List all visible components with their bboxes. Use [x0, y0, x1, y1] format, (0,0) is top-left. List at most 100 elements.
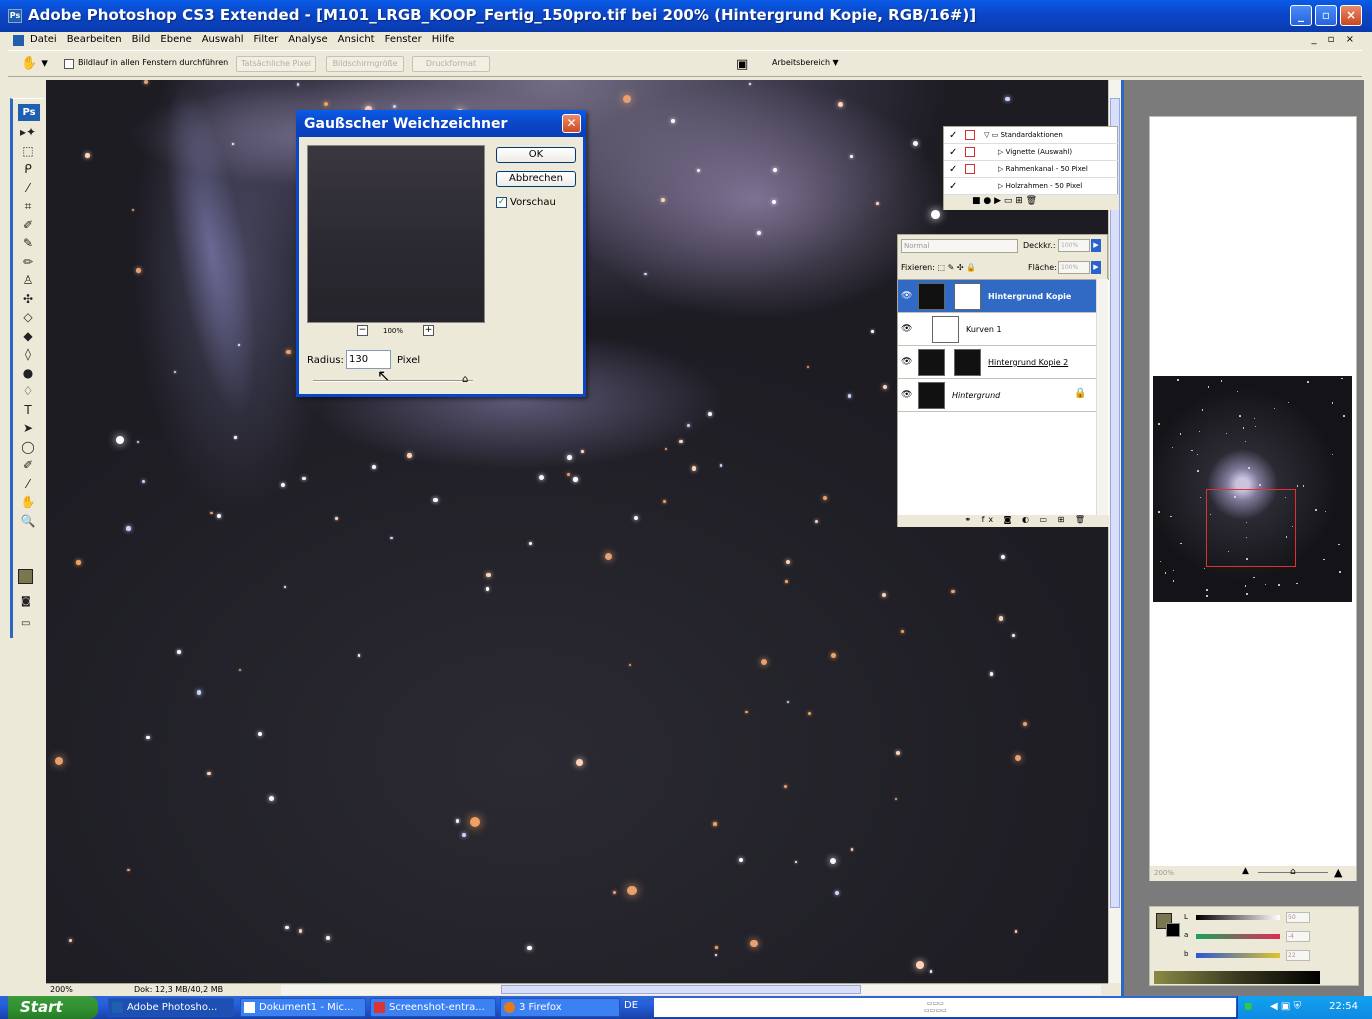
- crop-tool-icon[interactable]: ⌗: [13, 197, 43, 216]
- quick-mask-icon[interactable]: ◙: [21, 593, 31, 612]
- zoom-out-mountain-icon[interactable]: ▲: [1242, 866, 1249, 876]
- visibility-eye-icon[interactable]: 👁: [901, 357, 912, 367]
- fit-screen-button[interactable]: Bildschirmgröße: [326, 56, 404, 72]
- action-row[interactable]: ✓ ▷ Holzrahmen - 50 Pixel: [944, 178, 1119, 195]
- document-icon[interactable]: [13, 35, 24, 46]
- scroll-all-windows-checkbox[interactable]: [64, 59, 74, 69]
- layer-row[interactable]: 👁 Kurven 1: [898, 313, 1096, 346]
- zoom-in-icon[interactable]: +: [423, 325, 434, 336]
- clone-stamp-tool-icon[interactable]: ♙: [13, 271, 43, 290]
- vertical-scrollbar[interactable]: [1108, 80, 1121, 983]
- menu-fenster[interactable]: Fenster: [385, 34, 422, 45]
- taskbar-item-word[interactable]: Dokument1 - Mic...: [240, 998, 366, 1017]
- action-toggle-checkbox[interactable]: ✓: [949, 181, 957, 192]
- blend-mode-select[interactable]: Normal: [901, 239, 1018, 253]
- workspace-menu[interactable]: Arbeitsbereich ▼: [772, 58, 839, 67]
- tray-network-icon[interactable]: ◼: [1244, 1001, 1252, 1012]
- eraser-tool-icon[interactable]: ◇: [13, 308, 43, 327]
- menu-ansicht[interactable]: Ansicht: [338, 34, 375, 45]
- action-toggle-checkbox[interactable]: ✓: [949, 164, 957, 175]
- color-ramp[interactable]: [1154, 971, 1320, 984]
- screen-mode-icon[interactable]: ▭: [21, 615, 30, 634]
- zoom-in-mountain-icon[interactable]: ▲: [1334, 866, 1342, 879]
- dodge-tool-icon[interactable]: ●: [13, 364, 43, 383]
- horizontal-scrollbar[interactable]: [281, 985, 1101, 995]
- vertical-scroll-thumb[interactable]: [1110, 98, 1120, 908]
- visibility-eye-icon[interactable]: 👁: [901, 390, 912, 400]
- dialog-toggle-icon[interactable]: [965, 130, 975, 140]
- action-row[interactable]: ✓ ▷ Rahmenkanal - 50 Pixel: [944, 161, 1119, 178]
- menu-analyse[interactable]: Analyse: [288, 34, 327, 45]
- zoom-tool-icon[interactable]: 🔍: [13, 512, 43, 531]
- type-tool-icon[interactable]: T: [13, 401, 43, 420]
- document-window-controls[interactable]: _ ▫ ×: [1311, 34, 1358, 45]
- language-indicator[interactable]: DE: [624, 1000, 638, 1011]
- taskbar-item-photoshop[interactable]: Adobe Photosho...: [108, 998, 234, 1017]
- dialog-toggle-icon[interactable]: [965, 164, 975, 174]
- layer-mask-thumbnail[interactable]: [954, 283, 981, 310]
- menu-bild[interactable]: Bild: [132, 34, 151, 45]
- actions-footer-icons[interactable]: ■ ● ▶ ▭ ⊞ 🗑: [944, 195, 1119, 210]
- taskbar-item-firefox[interactable]: 3 Firefox: [500, 998, 620, 1017]
- cancel-button[interactable]: Abbrechen: [496, 171, 576, 187]
- preview-checkbox[interactable]: ✓: [496, 197, 507, 208]
- hand-tool-icon[interactable]: ✋: [13, 493, 43, 512]
- lab-a-value[interactable]: -4: [1286, 931, 1310, 942]
- visibility-eye-icon[interactable]: 👁: [901, 291, 912, 301]
- lock-label[interactable]: Fixieren: ⬚ ✎ ✣ 🔒: [901, 263, 976, 272]
- menu-ebene[interactable]: Ebene: [160, 34, 191, 45]
- workspace-icon[interactable]: ▣: [736, 57, 748, 72]
- opacity-input[interactable]: 100%: [1058, 239, 1090, 252]
- healing-brush-tool-icon[interactable]: ✎: [13, 234, 43, 253]
- action-row[interactable]: ✓ ▷ Vignette (Auswahl): [944, 144, 1119, 161]
- layers-footer-icons[interactable]: ⚭ fx ◙ ◐ ▭ ⊞ 🗑: [898, 515, 1109, 527]
- layer-row[interactable]: 👁 Hintergrund Kopie 2: [898, 346, 1096, 379]
- foreground-color-swatch[interactable]: [18, 569, 33, 584]
- zoom-level[interactable]: 200%: [50, 985, 73, 994]
- marquee-tool-icon[interactable]: ⬚: [13, 142, 43, 161]
- magic-wand-tool-icon[interactable]: ⁄: [13, 179, 43, 198]
- navigator-view-box[interactable]: [1206, 489, 1296, 567]
- blur-tool-icon[interactable]: ◊: [13, 345, 43, 364]
- radius-slider[interactable]: [313, 380, 473, 382]
- action-toggle-checkbox[interactable]: ✓: [949, 147, 957, 158]
- dialog-close-icon[interactable]: ✕: [562, 114, 581, 133]
- layer-row[interactable]: 👁 Hintergrund Kopie: [898, 280, 1096, 313]
- print-size-button[interactable]: Druckformat: [412, 56, 490, 72]
- pen-tool-icon[interactable]: ♢: [13, 382, 43, 401]
- action-toggle-checkbox[interactable]: ✓: [949, 130, 957, 141]
- gradient-tool-icon[interactable]: ◆: [13, 327, 43, 346]
- path-selection-tool-icon[interactable]: ➤: [13, 419, 43, 438]
- fill-input[interactable]: 100%: [1058, 261, 1090, 274]
- notes-tool-icon[interactable]: ✐: [13, 456, 43, 475]
- hand-tool-preset-icon[interactable]: ✋ ▾: [21, 56, 48, 71]
- zoom-out-icon[interactable]: −: [357, 325, 368, 336]
- layer-row[interactable]: 👁 Hintergrund 🔒: [898, 379, 1096, 412]
- menu-datei[interactable]: Datei: [30, 34, 57, 45]
- lab-a-slider[interactable]: [1196, 934, 1280, 939]
- horizontal-scroll-thumb[interactable]: [501, 985, 861, 994]
- lab-l-value[interactable]: 50: [1286, 912, 1310, 923]
- minimize-button[interactable]: _: [1290, 5, 1312, 26]
- ok-button[interactable]: OK: [496, 147, 576, 163]
- dialog-toggle-icon[interactable]: [965, 147, 975, 157]
- radius-slider-knob[interactable]: ⌂: [462, 374, 468, 385]
- ps-logo[interactable]: Ps: [18, 104, 40, 121]
- menu-hilfe[interactable]: Hilfe: [432, 34, 455, 45]
- slice-tool-icon[interactable]: ✐: [13, 216, 43, 235]
- lab-b-value[interactable]: 22: [1286, 950, 1310, 961]
- fill-arrow-icon[interactable]: ▶: [1091, 261, 1101, 274]
- navigator-zoom-value[interactable]: 200%: [1154, 869, 1174, 877]
- brush-tool-icon[interactable]: ✏: [13, 253, 43, 272]
- move-tool-icon[interactable]: ▸✦: [13, 123, 43, 142]
- restore-button[interactable]: ▫: [1315, 5, 1337, 26]
- menu-filter[interactable]: Filter: [254, 34, 279, 45]
- blur-preview[interactable]: [307, 145, 485, 323]
- lab-l-slider[interactable]: [1196, 915, 1280, 920]
- history-brush-tool-icon[interactable]: ✣: [13, 290, 43, 309]
- menu-bearbeiten[interactable]: Bearbeiten: [67, 34, 122, 45]
- actual-pixels-button[interactable]: Tatsächliche Pixel: [236, 56, 316, 72]
- navigator-zoom-knob[interactable]: ⌂: [1290, 867, 1296, 877]
- visibility-eye-icon[interactable]: 👁: [901, 324, 912, 334]
- lab-b-slider[interactable]: [1196, 953, 1280, 958]
